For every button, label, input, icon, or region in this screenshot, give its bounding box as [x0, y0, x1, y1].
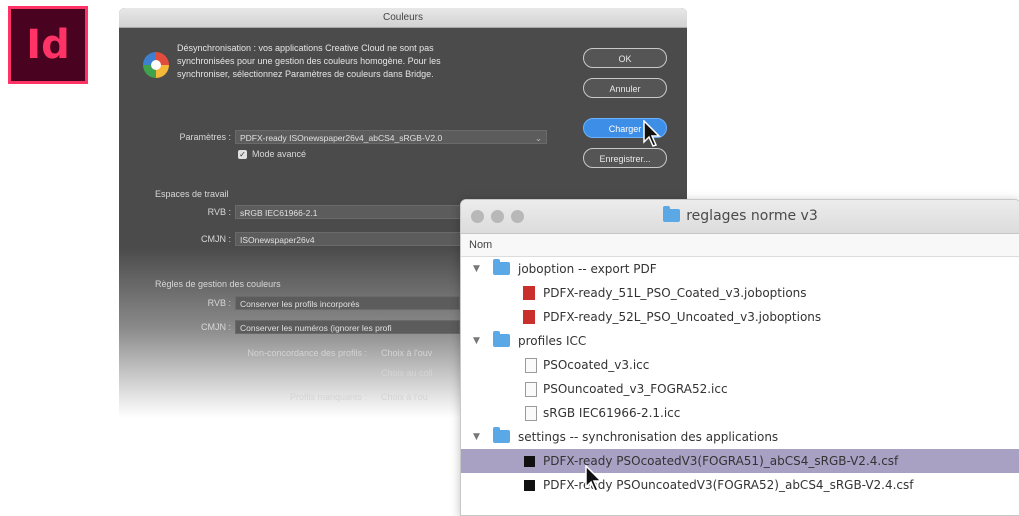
policy-cmyk-select-value: Conserver les numéros (ignorer les profi	[240, 323, 392, 333]
rgb-select[interactable]: sRGB IEC61966-2.1	[235, 205, 475, 219]
row-label: joboption -- export PDF	[518, 262, 657, 276]
cmyk-label: CMJN :	[201, 234, 231, 244]
mismatch-paste-option[interactable]: Choix au coll	[381, 368, 433, 378]
missing-open-option[interactable]: Choix à l'ou	[381, 392, 428, 402]
list-item[interactable]: PSOcoated_v3.icc	[461, 353, 1019, 377]
pdf-joboptions-file-icon	[523, 286, 535, 300]
row-label: PSOcoated_v3.icc	[543, 358, 650, 372]
rgb-select-value: sRGB IEC61966-2.1	[240, 208, 318, 218]
row-label: PSOuncoated_v3_FOGRA52.icc	[543, 382, 728, 396]
advanced-mode-checkbox[interactable]: ✓	[238, 150, 247, 159]
disclosure-triangle-icon[interactable]: ▼	[473, 425, 480, 449]
row-label: PDFX-ready_51L_PSO_Coated_v3.joboptions	[543, 286, 807, 300]
creative-cloud-sync-icon	[143, 52, 169, 78]
icc-profile-file-icon	[525, 358, 537, 373]
row-label: settings -- synchronisation des applicat…	[518, 430, 779, 444]
color-policies-title: Règles de gestion des couleurs	[155, 279, 281, 289]
list-item[interactable]: PSOuncoated_v3_FOGRA52.icc	[461, 377, 1019, 401]
list-item[interactable]: sRGB IEC61966-2.1.icc	[461, 401, 1019, 425]
cmyk-select-value: ISOnewspaper26v4	[240, 235, 315, 245]
column-header-name[interactable]: Nom	[461, 234, 1019, 257]
policy-rgb-label: RVB :	[207, 298, 231, 308]
icc-profile-file-icon	[525, 406, 537, 421]
settings-select[interactable]: PDFX-ready ISOnewspaper26v4_abCS4_sRGB-V…	[235, 130, 547, 144]
finder-titlebar: reglages norme v3	[461, 200, 1019, 234]
list-item[interactable]: PDFX-ready_51L_PSO_Coated_v3.joboptions	[461, 281, 1019, 305]
row-label: PDFX-ready_52L_PSO_Uncoated_v3.joboption…	[543, 310, 822, 324]
list-item[interactable]: ▼ joboption -- export PDF	[461, 257, 1019, 281]
mismatch-open-option[interactable]: Choix à l'ouv	[381, 348, 432, 358]
app-logo-text: Id	[26, 22, 70, 68]
settings-label: Paramètres :	[179, 132, 231, 142]
working-spaces-title: Espaces de travail	[155, 189, 229, 199]
chevron-down-icon: ⌄	[534, 133, 542, 143]
list-item[interactable]: ▼ profiles ICC	[461, 329, 1019, 353]
disclosure-triangle-icon[interactable]: ▼	[473, 257, 480, 281]
dialog-title: Couleurs	[119, 8, 687, 28]
advanced-mode-label: Mode avancé	[252, 149, 307, 159]
folder-icon	[493, 259, 510, 275]
folder-icon	[493, 331, 510, 347]
pdf-joboptions-file-icon	[523, 310, 535, 324]
sync-warning-message: Désynchronisation : vos applications Cre…	[177, 43, 441, 79]
cancel-button[interactable]: Annuler	[583, 78, 667, 98]
list-item-selected[interactable]: PDFX-ready PSOcoatedV3(FOGRA51)_abCS4_sR…	[461, 449, 1019, 473]
settings-select-value: PDFX-ready ISOnewspaper26v4_abCS4_sRGB-V…	[240, 133, 443, 143]
policy-rgb-select[interactable]: Conserver les profils incorporés	[235, 296, 460, 310]
rgb-label: RVB :	[207, 207, 231, 217]
finder-title-text: reglages norme v3	[686, 208, 818, 224]
list-item[interactable]: ▼ settings -- synchronisation des applic…	[461, 425, 1019, 449]
list-item[interactable]: PDFX-ready PSOuncoatedV3(FOGRA52)_abCS4_…	[461, 473, 1019, 497]
policy-rgb-select-value: Conserver les profils incorporés	[240, 299, 360, 309]
save-button[interactable]: Enregistrer...	[583, 148, 667, 168]
indesign-app-icon: Id	[8, 6, 88, 84]
csf-settings-file-icon	[524, 480, 535, 491]
finder-window: reglages norme v3 Nom ▼ joboption -- exp…	[460, 199, 1019, 516]
mouse-cursor-icon	[585, 465, 603, 492]
ok-button[interactable]: OK	[583, 48, 667, 68]
folder-icon	[493, 427, 510, 443]
csf-settings-file-icon	[524, 456, 535, 467]
finder-title: reglages norme v3	[461, 206, 1019, 224]
missing-profiles-label: Profils manquants :	[289, 392, 367, 402]
policy-cmyk-label: CMJN :	[201, 322, 231, 332]
mouse-cursor-icon	[643, 120, 661, 147]
icc-profile-file-icon	[525, 382, 537, 397]
row-label: profiles ICC	[518, 334, 587, 348]
list-item[interactable]: PDFX-ready_52L_PSO_Uncoated_v3.joboption…	[461, 305, 1019, 329]
mismatch-label: Non-concordance des profils :	[247, 348, 367, 358]
folder-icon	[663, 206, 681, 222]
cmyk-select[interactable]: ISOnewspaper26v4	[235, 232, 475, 246]
disclosure-triangle-icon[interactable]: ▼	[473, 329, 480, 353]
policy-cmyk-select[interactable]: Conserver les numéros (ignorer les profi	[235, 320, 460, 334]
row-label: sRGB IEC61966-2.1.icc	[543, 406, 681, 420]
